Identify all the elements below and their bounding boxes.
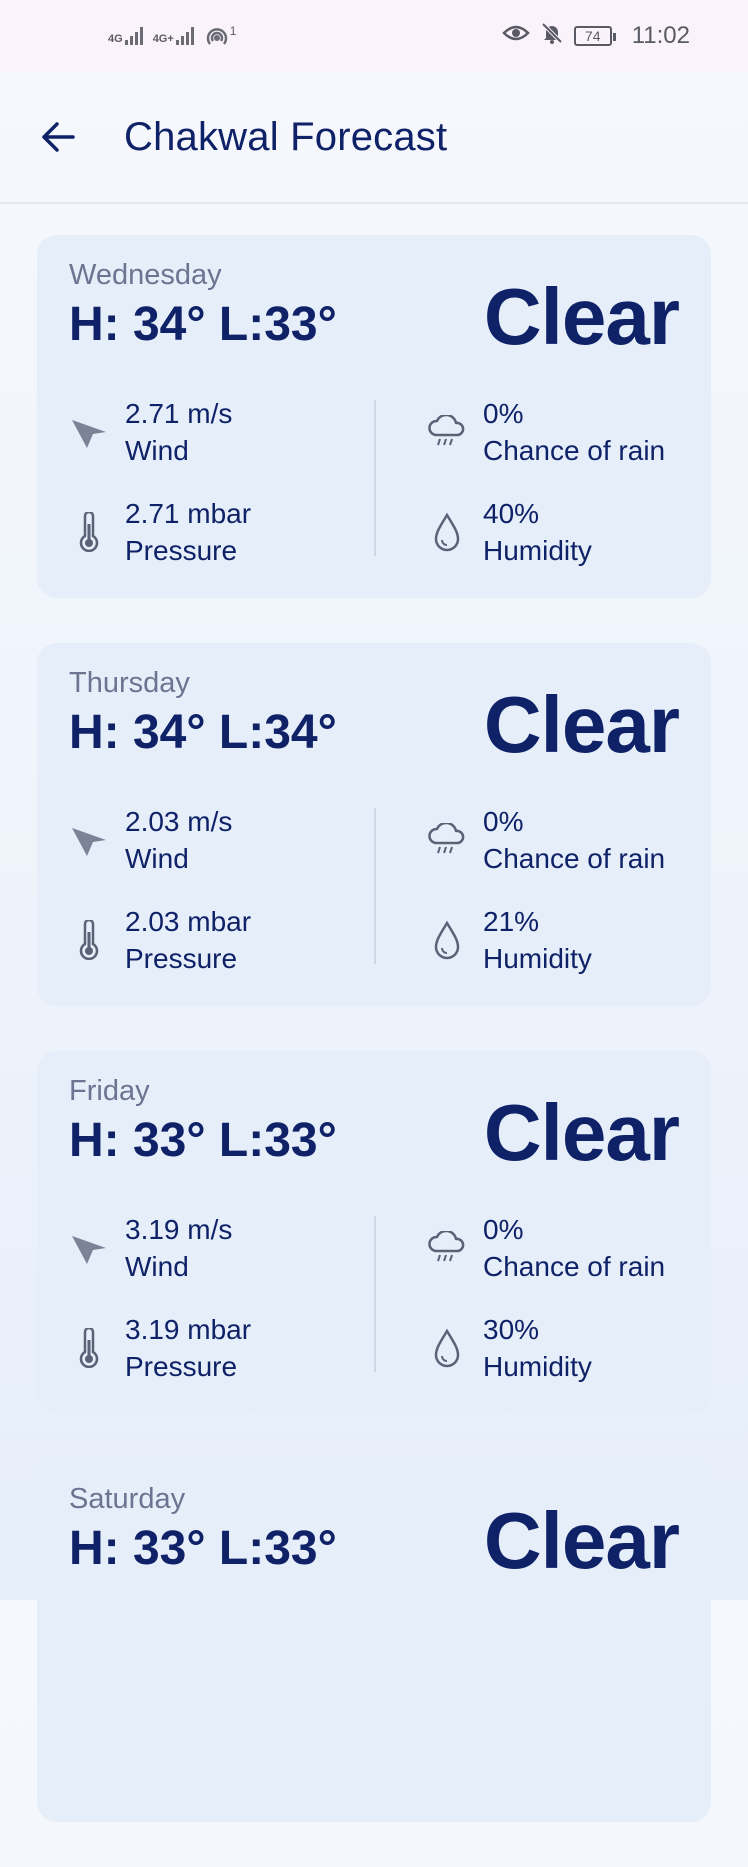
rain-cloud-icon [425, 818, 469, 862]
forecast-card[interactable]: Saturday H: 33° L:33° Clear [37, 1459, 711, 1822]
pressure-label: Pressure [125, 535, 238, 566]
pressure-stat: 3.19 mbar Pressure [67, 1311, 251, 1385]
humidity-value: 30% [483, 1314, 540, 1345]
humidity-stat: 30% Humidity [425, 1311, 592, 1385]
wind-label: Wind [125, 435, 189, 466]
humidity-value: 21% [483, 906, 540, 937]
wind-label: Wind [125, 1251, 189, 1282]
humidity-stat: 40% Humidity [425, 495, 592, 569]
humidity-value: 40% [483, 498, 540, 529]
humidity-label: Humidity [483, 535, 592, 566]
forecast-card[interactable]: Wednesday H: 34° L:33° Clear 2.71 m/s Win… [37, 235, 711, 598]
rain-value: 0% [483, 1214, 524, 1245]
status-bar: 4G 4G+ 1 74 11:02 [0, 0, 748, 72]
network-type-1: 4G [108, 33, 123, 45]
wind-stat: 3.19 m/s Wind [67, 1211, 232, 1285]
pressure-label: Pressure [125, 1351, 238, 1382]
forecast-card[interactable]: Friday H: 33° L:33° Clear 3.19 m/s Wind 3… [37, 1051, 711, 1414]
rain-stat: 0% Chance of rain [425, 1211, 665, 1285]
app-bar: Chakwal Forecast [0, 72, 748, 204]
thermometer-icon [67, 1326, 111, 1370]
wind-value: 2.03 m/s [125, 806, 233, 837]
pressure-value: 2.71 mbar [125, 498, 252, 529]
divider [374, 400, 376, 556]
back-button[interactable] [38, 117, 78, 157]
wind-label: Wind [125, 843, 189, 874]
forecast-card[interactable]: Thursday H: 34° L:34° Clear 2.03 m/s Wind… [37, 643, 711, 1006]
divider [374, 808, 376, 964]
thermometer-icon [67, 918, 111, 962]
day-label: Wednesday [69, 259, 222, 291]
high-low-temp: H: 33° L:33° [69, 1114, 337, 1167]
rain-stat: 0% Chance of rain [425, 395, 665, 469]
wind-direction-icon [67, 1226, 111, 1270]
droplet-icon [425, 1326, 469, 1370]
battery-icon: 74 [573, 26, 616, 46]
signal-2-icon: 4G+ [153, 27, 194, 45]
forecast-list[interactable]: Wednesday H: 34° L:33° Clear 2.71 m/s Win… [37, 235, 711, 1867]
network-type-2: 4G+ [152, 33, 174, 45]
hotspot-icon: 1 [204, 24, 237, 48]
droplet-icon [425, 510, 469, 554]
droplet-icon [425, 918, 469, 962]
day-label: Friday [69, 1075, 150, 1107]
wind-direction-icon [67, 818, 111, 862]
rain-label: Chance of rain [483, 1251, 666, 1282]
condition: Clear [483, 680, 680, 769]
rain-cloud-icon [425, 410, 469, 454]
rain-label: Chance of rain [483, 843, 666, 874]
pressure-label: Pressure [125, 943, 238, 974]
divider [374, 1216, 376, 1372]
pressure-stat: 2.03 mbar Pressure [67, 903, 251, 977]
humidity-label: Humidity [483, 1351, 592, 1382]
battery-level: 74 [584, 28, 601, 44]
high-low-temp: H: 33° L:33° [69, 1522, 337, 1575]
back-arrow-icon [42, 122, 75, 152]
muted-bell-icon [540, 21, 564, 52]
rain-cloud-icon [425, 1226, 469, 1270]
humidity-stat: 21% Humidity [425, 903, 592, 977]
eye-icon [501, 22, 530, 50]
pressure-value: 2.03 mbar [125, 906, 252, 937]
humidity-label: Humidity [483, 943, 592, 974]
hotspot-badge: 1 [229, 24, 237, 38]
day-label: Saturday [69, 1483, 186, 1515]
high-low-temp: H: 34° L:34° [69, 706, 337, 759]
status-left: 4G 4G+ 1 [108, 24, 236, 48]
wind-value: 3.19 m/s [125, 1214, 233, 1245]
status-right: 74 11:02 [501, 21, 690, 52]
rain-stat: 0% Chance of rain [425, 803, 665, 877]
condition: Clear [483, 272, 680, 361]
day-label: Thursday [69, 667, 190, 699]
wind-stat: 2.71 m/s Wind [67, 395, 232, 469]
wind-direction-icon [67, 410, 111, 454]
clock: 11:02 [631, 22, 690, 49]
pressure-stat: 2.71 mbar Pressure [67, 495, 251, 569]
wind-value: 2.71 m/s [125, 398, 233, 429]
rain-value: 0% [483, 398, 524, 429]
thermometer-icon [67, 510, 111, 554]
condition: Clear [483, 1496, 680, 1585]
high-low-temp: H: 34° L:33° [69, 298, 337, 351]
signal-1-icon: 4G [108, 27, 143, 45]
condition: Clear [483, 1088, 680, 1177]
page-title: Chakwal Forecast [124, 114, 448, 159]
wind-stat: 2.03 m/s Wind [67, 803, 232, 877]
pressure-value: 3.19 mbar [125, 1314, 252, 1345]
rain-value: 0% [483, 806, 524, 837]
rain-label: Chance of rain [483, 435, 666, 466]
